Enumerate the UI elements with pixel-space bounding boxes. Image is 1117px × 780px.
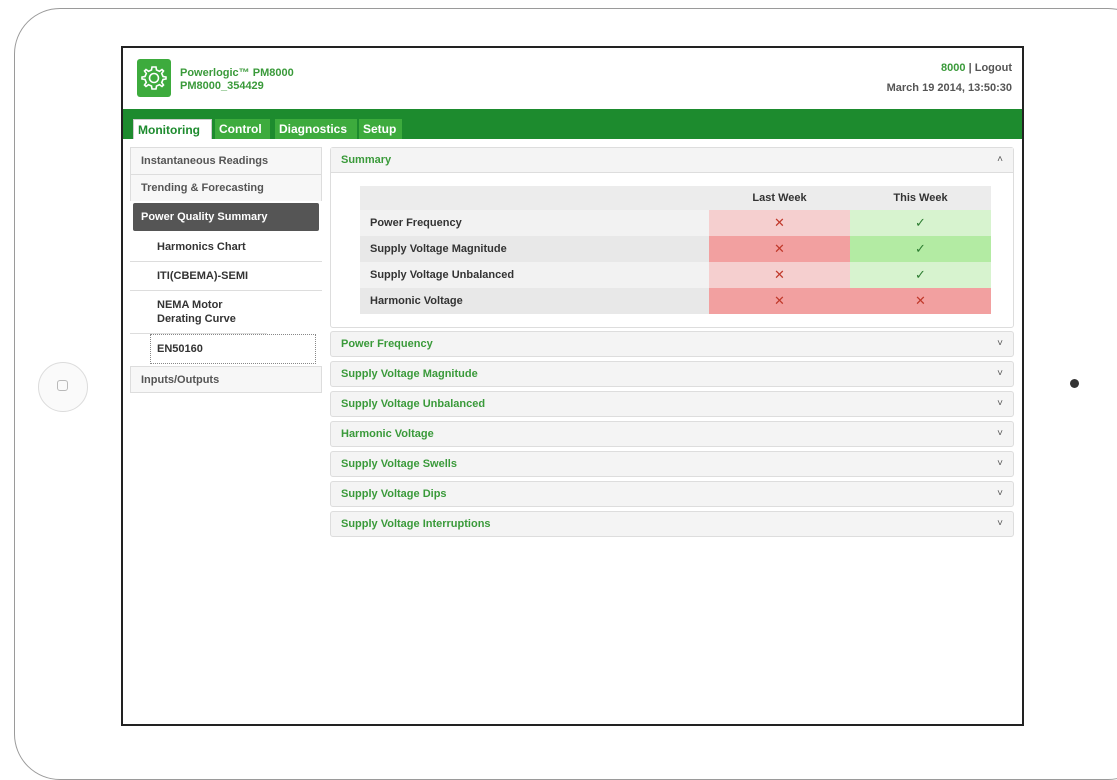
column-header-label: [360, 186, 709, 210]
sidebar-item-trending-forecasting[interactable]: Trending & Forecasting: [130, 174, 322, 201]
row-label: Power Frequency: [360, 210, 709, 236]
accordion-title: Supply Voltage Interruptions: [341, 518, 491, 530]
summary-panel: Summary ˄ Last Week This Week Power Freq…: [330, 147, 1014, 328]
table-row: Supply Voltage Unbalanced ✕ ✓: [360, 262, 991, 288]
sidebar-subitem-nema-motor-derating-curve[interactable]: NEMA Motor Derating Curve: [130, 291, 267, 334]
device-name: Powerlogic™ PM8000: [180, 67, 294, 79]
this-week-status: ✕: [850, 288, 991, 314]
summary-panel-header[interactable]: Summary ˄: [331, 148, 1013, 173]
accordion-supply-voltage-magnitude[interactable]: Supply Voltage Magnitude ˅: [330, 361, 1014, 387]
user-link[interactable]: 8000: [941, 62, 965, 74]
this-week-status: ✓: [850, 236, 991, 262]
accordion-title: Supply Voltage Swells: [341, 458, 457, 470]
chevron-up-icon[interactable]: ˄: [997, 154, 1003, 165]
gear-icon: [137, 59, 171, 97]
sidebar-subitem-en50160[interactable]: EN50160: [150, 334, 316, 364]
accordion-title: Harmonic Voltage: [341, 428, 434, 440]
sidebar: Instantaneous Readings Trending & Foreca…: [130, 147, 322, 393]
tab-control[interactable]: Control: [215, 119, 270, 139]
camera-icon: [1070, 379, 1079, 388]
chevron-down-icon[interactable]: ˅: [997, 398, 1003, 409]
accordion-title: Supply Voltage Dips: [341, 488, 447, 500]
accordion-title: Supply Voltage Unbalanced: [341, 398, 486, 410]
last-week-status: ✕: [709, 288, 850, 314]
last-week-status: ✕: [709, 210, 850, 236]
header: Powerlogic™ PM8000 PM8000_354429 8000 | …: [123, 48, 1022, 109]
tab-diagnostics[interactable]: Diagnostics: [275, 119, 357, 139]
chevron-down-icon[interactable]: ˅: [997, 338, 1003, 349]
chevron-down-icon[interactable]: ˅: [997, 488, 1003, 499]
home-button[interactable]: [38, 362, 88, 412]
accordion-power-frequency[interactable]: Power Frequency ˅: [330, 331, 1014, 357]
last-week-status: ✕: [709, 236, 850, 262]
chevron-down-icon[interactable]: ˅: [997, 428, 1003, 439]
table-row: Power Frequency ✕ ✓: [360, 210, 991, 236]
accordion-supply-voltage-unbalanced[interactable]: Supply Voltage Unbalanced ˅: [330, 391, 1014, 417]
column-header-last-week: Last Week: [709, 186, 850, 210]
row-label: Supply Voltage Unbalanced: [360, 262, 709, 288]
accordion-supply-voltage-interruptions[interactable]: Supply Voltage Interruptions ˅: [330, 511, 1014, 537]
last-week-status: ✕: [709, 262, 850, 288]
column-header-this-week: This Week: [850, 186, 991, 210]
main-content: Summary ˄ Last Week This Week Power Freq…: [330, 147, 1014, 541]
user-controls: 8000 | Logout: [941, 62, 1012, 74]
accordion-supply-voltage-swells[interactable]: Supply Voltage Swells ˅: [330, 451, 1014, 477]
sidebar-subitem-harmonics-chart[interactable]: Harmonics Chart: [130, 233, 322, 262]
this-week-status: ✓: [850, 210, 991, 236]
chevron-down-icon[interactable]: ˅: [997, 458, 1003, 469]
this-week-status: ✓: [850, 262, 991, 288]
app-screen: Powerlogic™ PM8000 PM8000_354429 8000 | …: [121, 46, 1024, 726]
separator: |: [968, 62, 972, 74]
device-id: PM8000_354429: [180, 80, 264, 92]
summary-table: Last Week This Week Power Frequency ✕ ✓ …: [360, 186, 991, 314]
tab-monitoring[interactable]: Monitoring: [133, 119, 212, 139]
table-header-row: Last Week This Week: [360, 186, 991, 210]
chevron-down-icon[interactable]: ˅: [997, 368, 1003, 379]
table-row: Supply Voltage Magnitude ✕ ✓: [360, 236, 991, 262]
accordion-harmonic-voltage[interactable]: Harmonic Voltage ˅: [330, 421, 1014, 447]
sidebar-subitem-iti-cbema-semi[interactable]: ITI(CBEMA)-SEMI: [130, 262, 322, 291]
chevron-down-icon[interactable]: ˅: [997, 518, 1003, 529]
table-row: Harmonic Voltage ✕ ✕: [360, 288, 991, 314]
sidebar-item-instantaneous-readings[interactable]: Instantaneous Readings: [130, 147, 322, 174]
datetime: March 19 2014, 13:50:30: [886, 82, 1012, 94]
tab-setup[interactable]: Setup: [359, 119, 402, 139]
row-label: Supply Voltage Magnitude: [360, 236, 709, 262]
accordion-supply-voltage-dips[interactable]: Supply Voltage Dips ˅: [330, 481, 1014, 507]
summary-title: Summary: [341, 154, 392, 166]
tab-bar: Monitoring Control Diagnostics Setup: [123, 109, 1022, 139]
logout-link[interactable]: Logout: [975, 62, 1012, 74]
home-button-icon: [57, 380, 68, 391]
accordion-title: Power Frequency: [341, 338, 433, 350]
row-label: Harmonic Voltage: [360, 288, 709, 314]
accordion-title: Supply Voltage Magnitude: [341, 368, 478, 380]
sidebar-item-inputs-outputs[interactable]: Inputs/Outputs: [130, 366, 322, 393]
sidebar-item-power-quality-summary[interactable]: Power Quality Summary: [133, 203, 319, 231]
